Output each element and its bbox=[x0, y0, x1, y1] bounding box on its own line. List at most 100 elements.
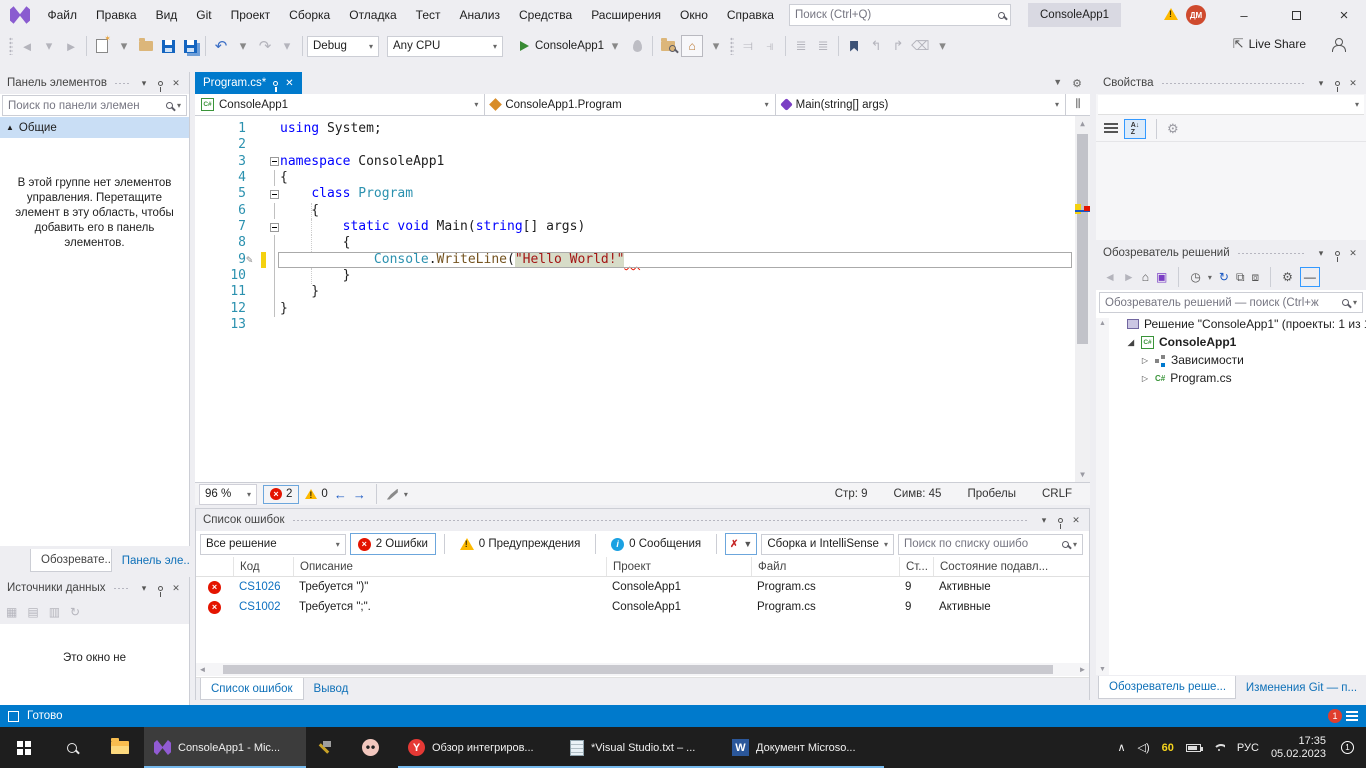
taskbar-button-visual-studio[interactable]: ConsoleApp1 - Mic... bbox=[144, 727, 306, 768]
categorized-view-icon[interactable] bbox=[1104, 123, 1118, 135]
property-pages-wrench-icon[interactable]: ⚙ bbox=[1167, 121, 1179, 137]
back-icon[interactable]: ◄ bbox=[1104, 270, 1116, 284]
next-bookmark-icon[interactable]: ↱ bbox=[889, 35, 907, 57]
toolbox-search-input[interactable] bbox=[8, 100, 162, 112]
add-data-source-icon[interactable]: ▦ bbox=[6, 605, 17, 619]
taskbar-button-isaac[interactable] bbox=[352, 727, 398, 768]
feedback-icon[interactable] bbox=[1332, 38, 1344, 50]
error-row[interactable]: ×CS1026Требуется ")"ConsoleApp1Program.c… bbox=[196, 577, 1089, 597]
search-options-dropdown[interactable]: ▾ bbox=[1073, 540, 1077, 549]
warnings-filter-button[interactable]: 0 Предупреждения bbox=[453, 533, 588, 555]
scroll-up-icon[interactable]: ▲ bbox=[1096, 320, 1109, 327]
edit-data-source-icon[interactable]: ▤ bbox=[27, 605, 38, 619]
error-list-search-box[interactable]: ▾ bbox=[898, 534, 1083, 555]
refresh-icon[interactable]: ↻ bbox=[70, 605, 80, 619]
bookmark-dropdown[interactable]: ▾ bbox=[933, 35, 951, 57]
close-icon[interactable]: ✕ bbox=[285, 78, 293, 89]
file-explorer-button[interactable] bbox=[96, 727, 144, 768]
menu-item-4[interactable]: Git bbox=[187, 0, 221, 30]
column-header[interactable]: Код bbox=[233, 557, 293, 576]
pending-changes-filter-icon[interactable]: ◷ bbox=[1190, 270, 1200, 284]
properties-pages-icon[interactable]: ⧈ bbox=[1252, 270, 1260, 285]
uncomment-icon[interactable]: ⫣ bbox=[761, 35, 779, 57]
menu-item-5[interactable]: Проект bbox=[221, 0, 280, 30]
close-icon[interactable]: ✕ bbox=[168, 583, 184, 594]
network-icon[interactable] bbox=[1213, 744, 1225, 752]
scroll-right-icon[interactable]: ► bbox=[1076, 665, 1089, 674]
clear-filters-button[interactable]: ✗▼ bbox=[725, 533, 757, 555]
type-dropdown[interactable]: ConsoleApp1.Program ▾ bbox=[485, 94, 775, 115]
line-indicator[interactable]: Стр: 9 bbox=[835, 488, 868, 500]
refresh-icon[interactable]: ↻ bbox=[1219, 270, 1229, 284]
window-position-icon[interactable]: ▾ bbox=[1313, 78, 1329, 89]
avatar[interactable]: ДМ bbox=[1186, 5, 1206, 25]
right-tab-1[interactable]: Обозреватель реше... bbox=[1098, 676, 1236, 699]
menu-item-3[interactable]: Вид bbox=[146, 0, 187, 30]
project-dropdown[interactable]: C# ConsoleApp1 ▾ bbox=[195, 94, 485, 115]
wrench-icon[interactable]: ⚙ bbox=[1282, 270, 1293, 284]
menu-item-9[interactable]: Анализ bbox=[450, 0, 510, 30]
toolbox-search-box[interactable]: ▾ bbox=[2, 95, 187, 116]
alphabetical-sort-icon[interactable]: A↓Z bbox=[1124, 119, 1146, 139]
increase-indent-icon[interactable]: ≣ bbox=[814, 35, 832, 57]
line-endings-indicator[interactable]: CRLF bbox=[1042, 488, 1072, 500]
menu-item-2[interactable]: Правка bbox=[87, 0, 147, 30]
taskbar-button-yandex[interactable]: YОбзор интегриров... bbox=[398, 727, 560, 768]
tree-item[interactable]: ◢C#ConsoleApp1 bbox=[1096, 333, 1366, 351]
notification-badge[interactable]: 1 bbox=[1328, 709, 1342, 723]
taskbar-button-tool[interactable] bbox=[306, 727, 352, 768]
switch-views-icon[interactable]: ▣ bbox=[1156, 270, 1167, 284]
pin-icon[interactable] bbox=[1329, 248, 1345, 258]
live-share-button[interactable]: ⇱ Live Share bbox=[1233, 36, 1306, 52]
expander-icon[interactable]: ▷ bbox=[1140, 374, 1150, 383]
previous-issue-icon[interactable]: ← bbox=[334, 487, 347, 502]
restore-button[interactable] bbox=[1274, 0, 1318, 30]
new-file-icon[interactable] bbox=[93, 35, 111, 57]
undo-dropdown[interactable]: ▾ bbox=[234, 35, 252, 57]
search-options-dropdown[interactable]: ▾ bbox=[1353, 298, 1357, 307]
hidden-icons-chevron[interactable]: ∧ bbox=[1117, 741, 1125, 754]
navigate-back-dropdown[interactable]: ▾ bbox=[40, 35, 58, 57]
left-tab-1[interactable]: Обозревате... bbox=[30, 549, 112, 572]
solution-configuration-combo[interactable]: Debug▾ bbox=[307, 36, 379, 57]
code-editor[interactable]: 1using System;23namespace ConsoleApp14{5… bbox=[195, 116, 1090, 482]
zoom-level-combo[interactable]: 96 %▾ bbox=[199, 484, 257, 505]
save-icon[interactable] bbox=[159, 35, 177, 57]
redo-icon[interactable]: ↷ bbox=[256, 35, 274, 57]
errors-filter-button[interactable]: × 2 Ошибки bbox=[350, 533, 436, 555]
column-header[interactable]: Проект bbox=[606, 557, 751, 576]
start-debug-label[interactable]: ConsoleApp1 bbox=[535, 40, 604, 52]
menu-item-12[interactable]: Окно bbox=[670, 0, 717, 30]
split-window-icon[interactable]: ⫼ bbox=[1066, 94, 1090, 115]
column-header[interactable]: Ст... bbox=[899, 557, 933, 576]
scrollbar-thumb[interactable] bbox=[223, 665, 1053, 674]
navigate-back-icon[interactable]: ◄ bbox=[18, 35, 36, 57]
notifications-icon[interactable] bbox=[1346, 711, 1358, 721]
error-list-tab-1[interactable]: Список ошибок bbox=[200, 678, 304, 700]
scrollbar-thumb[interactable] bbox=[1077, 134, 1088, 344]
clock[interactable]: 17:35 05.02.2023 bbox=[1271, 735, 1326, 761]
undo-icon[interactable]: ↶ bbox=[212, 35, 230, 57]
start-button[interactable] bbox=[0, 727, 48, 768]
new-file-dropdown[interactable]: ▾ bbox=[115, 35, 133, 57]
expander-icon[interactable]: ▷ bbox=[1140, 356, 1150, 365]
start-debug-icon[interactable] bbox=[515, 35, 533, 57]
pin-icon[interactable] bbox=[1052, 515, 1068, 525]
find-in-files-icon[interactable] bbox=[659, 35, 677, 57]
error-list-tab-2[interactable]: Вывод bbox=[304, 678, 359, 700]
save-all-icon[interactable] bbox=[181, 35, 199, 57]
expander-icon[interactable]: ◢ bbox=[1126, 338, 1136, 347]
pin-icon[interactable] bbox=[1329, 78, 1345, 88]
home-icon[interactable]: ⌂ bbox=[1142, 270, 1149, 284]
toggle-bookmark-icon[interactable] bbox=[845, 35, 863, 57]
taskbar-button-notepad[interactable]: *Visual Studio.txt – ... bbox=[560, 727, 722, 768]
editor-error-count[interactable]: × 2 bbox=[263, 485, 299, 504]
previous-bookmark-icon[interactable]: ↰ bbox=[867, 35, 885, 57]
home-icon[interactable]: ⌂ bbox=[681, 35, 703, 57]
volume-icon[interactable]: ◁) bbox=[1138, 741, 1150, 754]
member-dropdown[interactable]: Main(string[] args) ▾ bbox=[776, 94, 1066, 115]
comment-icon[interactable]: ⫤ bbox=[739, 35, 757, 57]
navigate-forward-icon[interactable]: ► bbox=[62, 35, 80, 57]
code-cleanup-icon[interactable] bbox=[387, 489, 398, 500]
code-cleanup-dropdown[interactable]: ▾ bbox=[404, 490, 408, 499]
